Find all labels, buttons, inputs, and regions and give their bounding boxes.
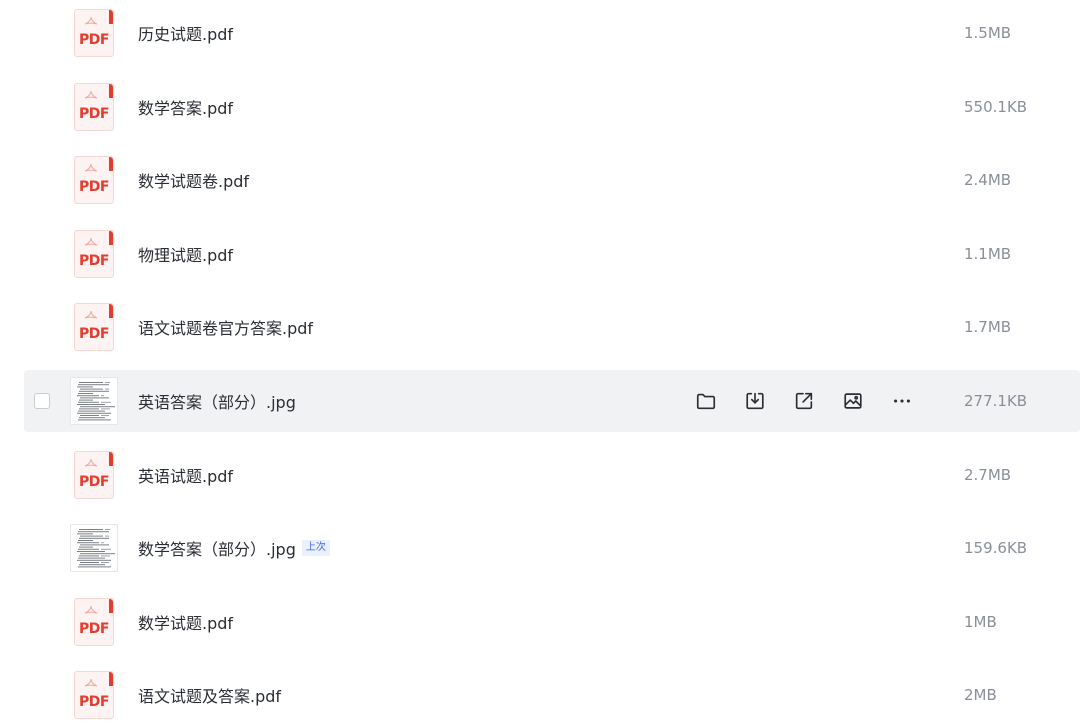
file-row[interactable]: PDF 数学试题卷.pdf 2.4MB [24, 149, 1080, 211]
pdf-file-icon: PDF [74, 450, 114, 499]
row-actions [694, 389, 939, 413]
file-size: 159.6KB [964, 539, 1028, 558]
file-row[interactable]: 英语答案（部分）.jpg 277.1KB [24, 370, 1080, 432]
more-button[interactable] [890, 389, 914, 413]
file-name[interactable]: 数学答案.pdf [138, 95, 233, 119]
pdf-icon-label: PDF [79, 105, 109, 122]
file-size: 2.4MB [964, 171, 1012, 190]
file-name[interactable]: 语文试题及答案.pdf [138, 683, 281, 707]
file-size: 2MB [964, 686, 997, 705]
share-button[interactable] [792, 389, 816, 413]
file-name-label: 数学答案.pdf [138, 98, 234, 118]
file-thumbnail: PDF [70, 671, 118, 720]
file-row[interactable]: PDF 数学试题.pdf 1MB [24, 591, 1080, 653]
file-name-label: 英语试题.pdf [138, 466, 234, 486]
image-preview-button[interactable] [841, 389, 865, 413]
file-name-label: 数学试题.pdf [138, 613, 234, 633]
pdf-file-icon: PDF [74, 9, 114, 57]
pdf-file-icon: PDF [74, 597, 114, 646]
pdf-file-icon: PDF [74, 671, 114, 720]
file-name-label: 英语答案（部分）.jpg [138, 393, 296, 412]
file-thumbnail: PDF [70, 229, 118, 278]
file-row[interactable]: PDF 数学答案.pdf 550.1KB [24, 76, 1080, 138]
file-row[interactable]: PDF 英语试题.pdf 2.7MB [24, 444, 1080, 506]
file-thumbnail: PDF [70, 82, 118, 131]
file-size: 2.7MB [964, 465, 1012, 484]
file-name[interactable]: 语文试题卷官方答案.pdf [138, 315, 313, 339]
file-name-label: 数学答案（部分）.jpg [138, 540, 296, 560]
pdf-icon-label: PDF [79, 32, 109, 48]
file-name-label: 数学试题卷.pdf [138, 172, 250, 192]
file-name[interactable]: 历史试题.pdf [138, 21, 233, 45]
file-size: 277.1KB [964, 392, 1028, 410]
file-thumbnail [70, 524, 118, 573]
file-name-label: 语文试题卷官方答案.pdf [138, 319, 314, 339]
file-thumbnail: PDF [70, 156, 118, 205]
pdf-icon-label: PDF [79, 473, 109, 490]
folder-icon [695, 390, 717, 412]
file-row[interactable]: 数学答案（部分）.jpg 上次 159.6KB [24, 517, 1080, 579]
file-list: PDF 历史试题.pdf 1.5MB PDF 数学答案.pdf 550.1KB PDF 数学试… [0, 0, 1080, 728]
image-thumbnail [70, 377, 118, 425]
file-name[interactable]: 英语答案（部分）.jpg [138, 389, 296, 413]
file-size: 550.1KB [964, 97, 1028, 116]
file-name[interactable]: 英语试题.pdf [138, 463, 233, 487]
file-size: 1MB [964, 612, 997, 631]
file-thumbnail: PDF [70, 303, 118, 352]
file-name[interactable]: 数学试题.pdf [138, 610, 233, 634]
file-row[interactable]: PDF 语文试题及答案.pdf 2MB [24, 664, 1080, 726]
pdf-file-icon: PDF [74, 82, 114, 131]
folder-button[interactable] [694, 389, 718, 413]
row-checkbox[interactable] [34, 393, 50, 409]
file-name[interactable]: 数学试题卷.pdf [138, 168, 249, 192]
file-name-label: 物理试题.pdf [138, 245, 234, 265]
more-icon [891, 390, 913, 412]
image-preview-icon [842, 390, 864, 412]
file-row[interactable]: PDF 历史试题.pdf 1.5MB [24, 2, 1080, 64]
file-size: 1.5MB [964, 24, 1012, 42]
pdf-file-icon: PDF [74, 303, 114, 352]
file-size: 1.7MB [964, 318, 1012, 337]
pdf-icon-label: PDF [79, 620, 109, 637]
file-name-label: 历史试题.pdf [138, 25, 234, 44]
pdf-icon-label: PDF [79, 694, 109, 711]
file-thumbnail: PDF [70, 597, 118, 646]
pdf-icon-label: PDF [79, 252, 109, 269]
file-thumbnail: PDF [70, 9, 118, 57]
pdf-file-icon: PDF [74, 229, 114, 278]
file-name[interactable]: 物理试题.pdf [138, 242, 233, 266]
file-thumbnail [70, 377, 118, 425]
download-button[interactable] [743, 389, 767, 413]
recent-tag: 上次 [301, 540, 330, 557]
pdf-file-icon: PDF [74, 156, 114, 205]
download-icon [744, 390, 766, 412]
file-row[interactable]: PDF 语文试题卷官方答案.pdf 1.7MB [24, 296, 1080, 358]
share-icon [793, 390, 815, 412]
file-name[interactable]: 数学答案（部分）.jpg 上次 [138, 536, 330, 560]
pdf-icon-label: PDF [79, 179, 109, 196]
file-name-label: 语文试题及答案.pdf [138, 687, 282, 707]
file-thumbnail: PDF [70, 450, 118, 499]
pdf-icon-label: PDF [79, 326, 109, 343]
image-thumbnail [70, 524, 118, 573]
file-row[interactable]: PDF 物理试题.pdf 1.1MB [24, 223, 1080, 285]
file-size: 1.1MB [964, 244, 1012, 263]
